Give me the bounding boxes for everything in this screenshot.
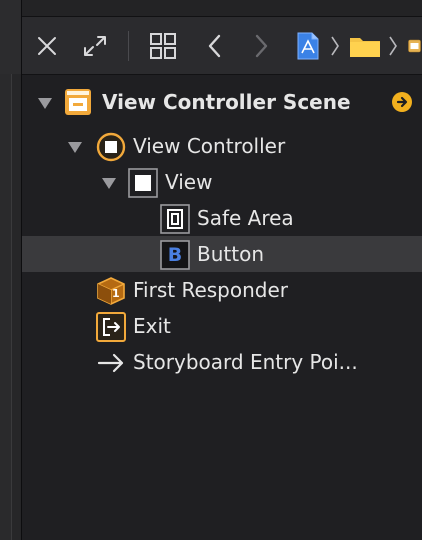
entry-point-label: Storyboard Entry Poi...: [133, 350, 358, 374]
breadcrumb-separator-icon: [386, 33, 400, 59]
disclosure-triangle-icon[interactable]: [38, 98, 52, 109]
outline-row-view[interactable]: View: [22, 164, 422, 200]
back-chevron-icon[interactable]: [204, 33, 226, 59]
disclosure-triangle-icon[interactable]: [102, 178, 116, 189]
folder-icon[interactable]: [348, 33, 382, 59]
view-label: View: [165, 170, 213, 194]
jump-bar-toolbar: [22, 17, 422, 75]
outline-row-button[interactable]: B Button: [22, 236, 422, 272]
outline-row-first-responder[interactable]: 1 First Responder: [22, 272, 422, 308]
safe-area-icon: [160, 204, 190, 234]
button-icon: B: [160, 240, 190, 270]
breadcrumb-separator-icon: [328, 33, 342, 59]
outline-tree: View Controller Scene View Controller Vi…: [22, 75, 422, 540]
expand-icon[interactable]: [80, 32, 110, 60]
first-responder-glyph: 1: [112, 287, 120, 300]
storyboard-file-icon[interactable]: [294, 30, 322, 62]
view-icon: [128, 168, 158, 198]
scene-label: View Controller Scene: [102, 90, 351, 114]
scene-breadcrumb-icon[interactable]: [408, 31, 422, 61]
forward-chevron-icon[interactable]: [250, 33, 272, 59]
exit-label: Exit: [133, 314, 171, 338]
safe-area-label: Safe Area: [197, 206, 294, 230]
exit-icon: [96, 312, 126, 342]
disclosure-triangle-icon[interactable]: [68, 142, 82, 153]
outline-row-exit[interactable]: Exit: [22, 308, 422, 344]
outline-row-scene[interactable]: View Controller Scene: [22, 84, 422, 120]
view-controller-icon: [96, 132, 126, 162]
button-label: Button: [197, 242, 264, 266]
canvas-edge-line: [11, 74, 12, 540]
outline-row-entry-point[interactable]: Storyboard Entry Poi...: [22, 344, 422, 380]
grid-icon[interactable]: [148, 32, 178, 60]
outline-row-view-controller[interactable]: View Controller: [22, 128, 422, 164]
toolbar-separator: [128, 31, 129, 61]
document-outline-panel: View Controller Scene View Controller Vi…: [0, 0, 422, 540]
view-controller-label: View Controller: [133, 134, 286, 158]
button-icon-glyph: B: [167, 244, 183, 266]
window-top-bar: [22, 0, 422, 17]
first-responder-label: First Responder: [133, 278, 288, 302]
entry-point-arrow-icon: [96, 348, 124, 376]
canvas-edge-top: [0, 0, 22, 74]
scene-navigate-arrow-icon[interactable]: [392, 92, 412, 112]
outline-row-safe-area[interactable]: Safe Area: [22, 200, 422, 236]
scene-icon: [64, 88, 92, 116]
canvas-edge-body: [0, 74, 11, 540]
first-responder-cube-icon: 1: [96, 276, 125, 305]
close-icon[interactable]: [34, 33, 60, 59]
editor-canvas-edge: [0, 0, 22, 540]
